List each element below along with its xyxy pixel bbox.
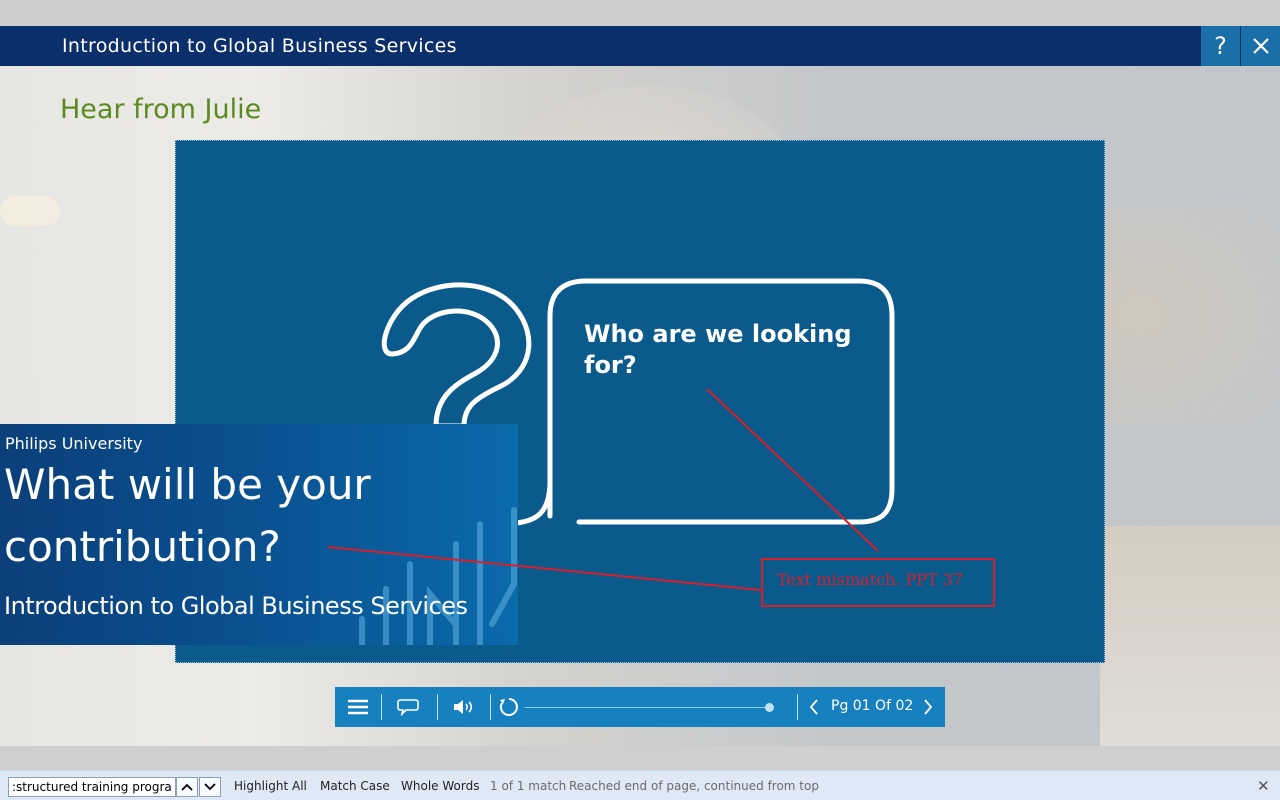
progress-knob[interactable]	[764, 703, 774, 712]
page-indicator: Pg 01 Of 02	[831, 698, 914, 714]
highlight-all-toggle[interactable]: Highlight All	[234, 779, 307, 793]
whole-words-toggle[interactable]: Whole Words	[401, 779, 479, 793]
replay-button[interactable]	[497, 687, 521, 727]
browser-top-strip	[0, 0, 1280, 26]
find-next-button[interactable]	[199, 777, 221, 797]
question-line-1: What will be your	[4, 460, 371, 509]
close-button[interactable]	[1241, 26, 1280, 66]
chevron-left-icon	[809, 699, 818, 715]
menu-icon	[348, 699, 368, 715]
question-mark-icon	[381, 282, 532, 429]
volume-button[interactable]	[449, 687, 479, 727]
chevron-down-icon	[204, 783, 216, 791]
chevron-right-icon	[924, 699, 933, 715]
progress-bar[interactable]	[525, 707, 769, 708]
speaker-icon	[454, 700, 473, 714]
find-previous-button[interactable]	[176, 777, 198, 797]
chevron-up-icon	[181, 783, 193, 791]
slide-heading: Hear from Julie	[60, 94, 262, 125]
background-light	[0, 196, 60, 226]
lower-third-caption: Philips University What will be your con…	[0, 424, 518, 645]
match-case-toggle[interactable]: Match Case	[320, 779, 390, 793]
course-title-bar: Introduction to Global Business Services…	[0, 26, 1280, 66]
organization-label: Philips University	[5, 434, 143, 453]
annotation-box: Text mismatch. PPT 37	[761, 558, 995, 607]
next-page-button[interactable]	[919, 687, 937, 727]
course-subtitle: Introduction to Global Business Services	[4, 592, 468, 620]
question-line-2: contribution?	[4, 522, 281, 571]
divider	[490, 694, 491, 720]
match-count: 1 of 1 match	[490, 779, 567, 793]
speech-bubble-outline	[547, 278, 895, 525]
browser-bottom-strip	[0, 746, 1280, 770]
menu-button[interactable]	[343, 687, 373, 727]
previous-page-button[interactable]	[805, 687, 823, 727]
course-title: Introduction to Global Business Services	[62, 35, 457, 57]
player-controls: Pg 01 Of 02	[335, 687, 945, 727]
find-input[interactable]	[8, 777, 176, 797]
speech-bubble-tail	[515, 480, 553, 526]
divider	[797, 694, 798, 720]
divider	[437, 694, 438, 720]
help-button[interactable]: ?	[1201, 26, 1240, 66]
close-find-bar-icon[interactable]: ✕	[1257, 777, 1270, 795]
speech-bubble-icon	[397, 699, 419, 716]
divider	[381, 694, 382, 720]
bubble-text: Who are we looking for?	[584, 320, 852, 379]
background-blur	[1100, 526, 1280, 746]
find-bar: Highlight All Match Case Whole Words 1 o…	[0, 770, 1280, 800]
find-status-message: Reached end of page, continued from top	[569, 779, 819, 793]
replay-icon	[499, 698, 518, 716]
help-icon: ?	[1214, 32, 1227, 60]
close-icon	[1252, 38, 1269, 54]
transcript-button[interactable]	[393, 687, 423, 727]
